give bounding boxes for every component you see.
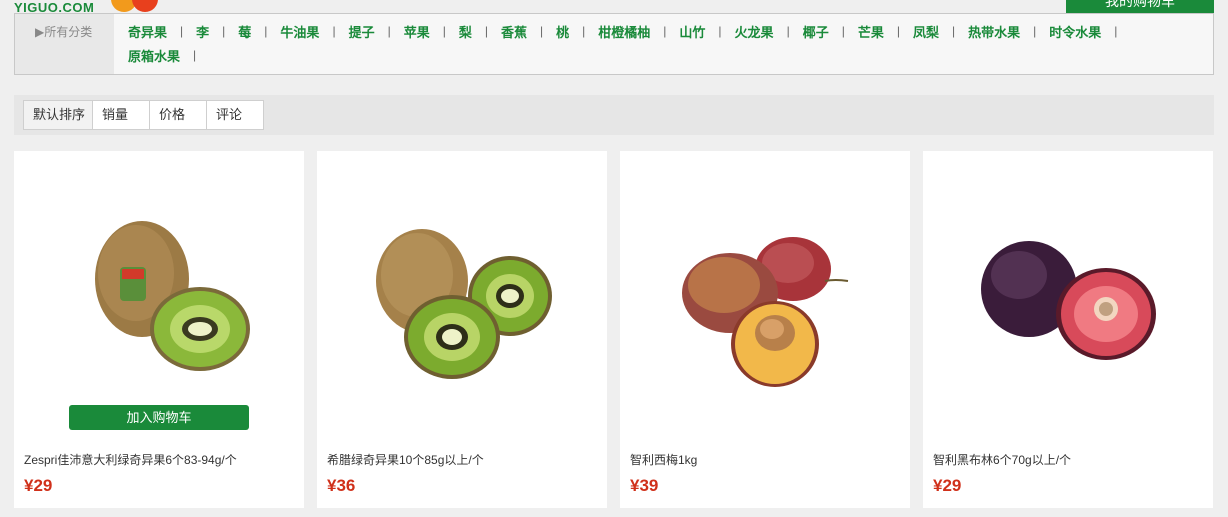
category-item: 原箱水果 | [128,46,209,65]
category-item: 山竹 | [679,22,734,41]
category-link-citrus[interactable]: 柑橙橘柚 [598,22,650,41]
sort-bar: 默认排序 销量 价格 评论 [14,95,1214,135]
sort-tab-sales[interactable]: 销量 [92,100,150,130]
category-link-berry[interactable]: 莓 [238,22,251,41]
product-price: ¥29 [24,476,53,495]
product-image-kiwi-greek[interactable] [317,181,607,411]
category-item: 牛油果 | [280,22,348,41]
category-separator: | [222,24,226,38]
all-categories-label[interactable]: ▶所有分类 [15,14,114,74]
category-link-mangosteen[interactable]: 山竹 [679,22,705,41]
category-item: 火龙果 | [735,22,803,41]
category-item: 凤梨 | [913,22,968,41]
category-link-banana[interactable]: 香蕉 [501,22,527,41]
category-item: 奇异果 | [128,22,196,41]
category-separator: | [264,24,268,38]
product-image-black-plum[interactable] [923,181,1213,411]
category-link-grape[interactable]: 提子 [349,22,375,41]
category-bar: ▶所有分类 奇异果 | 李 | 莓 | 牛油果 | 提子 | 苹果 | 梨 | 香蕉 | 桃 | … [14,13,1214,75]
category-separator: | [332,24,336,38]
category-item: 热带水果 | [968,22,1049,41]
category-link-kiwi[interactable]: 奇异果 [128,22,167,41]
category-separator: | [484,24,488,38]
category-separator: | [718,24,722,38]
category-separator: | [663,24,667,38]
category-separator: | [951,24,956,38]
category-link-coconut[interactable]: 椰子 [803,22,829,41]
product-name[interactable]: 智利黑布林6个70g以上/个 [933,451,1071,468]
category-link-mango[interactable]: 芒果 [858,22,884,41]
sort-tabs: 默认排序 销量 价格 评论 [23,100,264,130]
product-price: ¥36 [327,476,356,495]
category-link-pear[interactable]: 梨 [459,22,472,41]
category-link-peach[interactable]: 桃 [556,22,569,41]
category-link-apple[interactable]: 苹果 [404,22,430,41]
product-card[interactable]: 希腊绿奇异果10个85g以上/个 ¥36 [317,151,607,508]
category-separator: | [442,24,446,38]
category-link-dragonfruit[interactable]: 火龙果 [735,22,774,41]
category-separator: | [387,24,391,38]
category-link-avocado[interactable]: 牛油果 [280,22,319,41]
category-item: 时令水果 | [1049,22,1130,41]
category-item: 提子 | [349,22,404,41]
category-separator: | [193,48,197,62]
category-item: 苹果 | [404,22,459,41]
category-separator: | [1114,24,1118,38]
product-card[interactable]: 智利黑布林6个70g以上/个 ¥29 [923,151,1213,508]
category-separator: | [841,24,845,38]
product-price: ¥29 [933,476,962,495]
category-separator: | [540,24,544,38]
category-item: 椰子 | [803,22,858,41]
category-link-seasonal[interactable]: 时令水果 [1049,22,1101,41]
category-link-tropical[interactable]: 热带水果 [968,22,1020,41]
category-item: 李 | [196,22,238,41]
sort-tab-default[interactable]: 默认排序 [23,100,93,130]
product-card[interactable]: 加入购物车 Zespri佳沛意大利绿奇异果6个83-94g/个 ¥29 [14,151,304,508]
category-item: 柑橙橘柚 | [598,22,679,41]
product-price: ¥39 [630,476,659,495]
logo-red-dot [132,0,158,12]
category-separator: | [1033,24,1037,38]
category-link-plum[interactable]: 李 [196,22,209,41]
category-separator: | [896,24,900,38]
product-name[interactable]: 智利西梅1kg [630,451,697,468]
product-card[interactable]: 智利西梅1kg ¥39 [620,151,910,508]
category-link-pineapple[interactable]: 凤梨 [913,22,939,41]
category-list: 奇异果 | 李 | 莓 | 牛油果 | 提子 | 苹果 | 梨 | 香蕉 | 桃 | 柑橙橘柚 | … [128,22,1198,65]
category-item: 桃 | [556,22,598,41]
category-item: 莓 | [238,22,280,41]
category-link-boxed[interactable]: 原箱水果 [128,46,180,65]
product-name[interactable]: 希腊绿奇异果10个85g以上/个 [327,451,484,468]
category-separator: | [786,24,790,38]
category-separator: | [582,24,586,38]
category-separator: | [180,24,184,38]
product-image-prune[interactable] [620,181,910,411]
category-item: 芒果 | [858,22,913,41]
product-name[interactable]: Zespri佳沛意大利绿奇异果6个83-94g/个 [24,451,237,468]
category-item: 梨 | [459,22,501,41]
sort-tab-reviews[interactable]: 评论 [206,100,264,130]
add-to-cart-button[interactable]: 加入购物车 [69,405,249,430]
product-image-kiwi-zespri[interactable] [14,181,304,411]
category-item: 香蕉 | [501,22,556,41]
sort-tab-price[interactable]: 价格 [149,100,207,130]
